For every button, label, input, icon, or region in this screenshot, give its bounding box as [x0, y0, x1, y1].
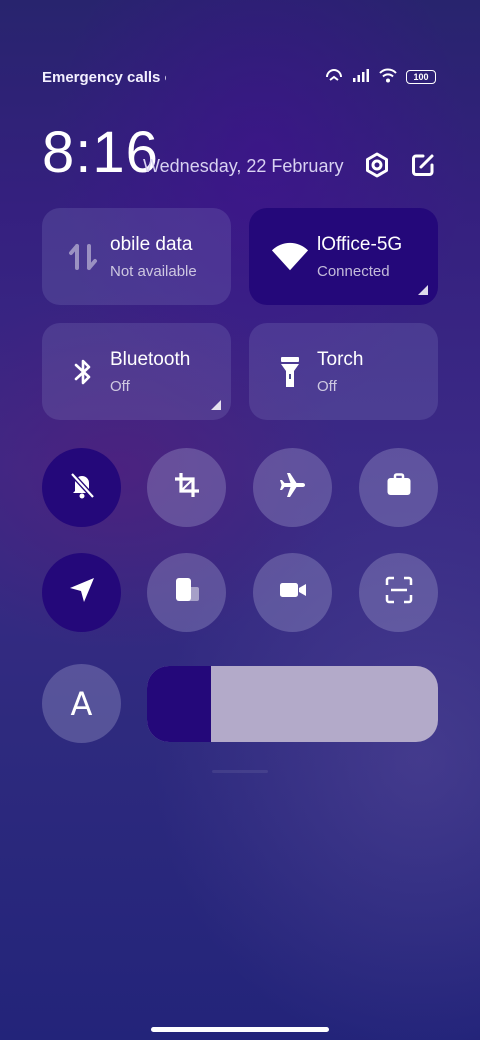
- carrier-text: Emergency calls o: [42, 68, 166, 86]
- airplane-icon: [278, 470, 308, 505]
- location-arrow-icon: [67, 575, 97, 610]
- status-icons: 100: [324, 67, 436, 88]
- date-text: Wednesday, 22 February: [143, 156, 344, 176]
- mobile-data-title: obile data: [110, 234, 193, 255]
- torch-status: Off: [317, 378, 337, 395]
- mobile-data-icon: [64, 238, 102, 276]
- auto-brightness-button[interactable]: A: [42, 664, 121, 743]
- location-toggle[interactable]: [42, 553, 121, 632]
- wifi-network-name: lOffice-5G: [317, 234, 403, 255]
- hotspot-icon: [324, 67, 344, 88]
- bluetooth-title: Bluetooth: [110, 349, 191, 370]
- floating-window-toggle[interactable]: [147, 553, 226, 632]
- scanner-toggle[interactable]: [359, 553, 438, 632]
- battery-icon: 100: [406, 70, 436, 84]
- wifi-status: Connected: [317, 263, 390, 280]
- bell-off-icon: [67, 470, 97, 505]
- edit-icon[interactable]: [408, 150, 438, 180]
- wifi-tile[interactable]: lOffice-5G Connected: [249, 208, 438, 305]
- torch-tile[interactable]: Torch Off: [249, 323, 438, 420]
- brightness-slider[interactable]: [147, 666, 438, 742]
- video-camera-icon: [278, 575, 308, 610]
- brightness-fill: [147, 666, 212, 742]
- torch-icon: [271, 353, 309, 391]
- mute-toggle[interactable]: [42, 448, 121, 527]
- divider: [212, 770, 268, 773]
- mobile-data-status: Not available: [110, 263, 197, 280]
- work-mode-toggle[interactable]: [359, 448, 438, 527]
- airplane-mode-toggle[interactable]: [253, 448, 332, 527]
- wifi-icon: [271, 238, 309, 276]
- wifi-expand-icon[interactable]: [418, 285, 428, 295]
- crop-screenshot-toggle[interactable]: [147, 448, 226, 527]
- bluetooth-icon: [64, 353, 102, 391]
- scan-icon: [384, 575, 414, 610]
- torch-title: Torch: [317, 349, 364, 370]
- screen-recorder-toggle[interactable]: [253, 553, 332, 632]
- crop-icon: [172, 470, 202, 505]
- briefcase-icon: [384, 470, 414, 505]
- status-bar: Emergency calls o 100: [42, 66, 436, 88]
- auto-brightness-icon: A: [70, 684, 93, 723]
- wifi-status-icon: [378, 67, 398, 88]
- bluetooth-tile[interactable]: Bluetooth Off: [42, 323, 231, 420]
- clock-time: 8:16: [42, 120, 159, 185]
- bluetooth-status: Off: [110, 378, 130, 395]
- floating-window-icon: [172, 575, 202, 610]
- mobile-data-tile[interactable]: obile data Not available: [42, 208, 231, 305]
- signal-icon: [352, 68, 370, 87]
- home-indicator[interactable]: [151, 1027, 329, 1032]
- settings-icon[interactable]: [362, 150, 392, 180]
- bluetooth-expand-icon[interactable]: [211, 400, 221, 410]
